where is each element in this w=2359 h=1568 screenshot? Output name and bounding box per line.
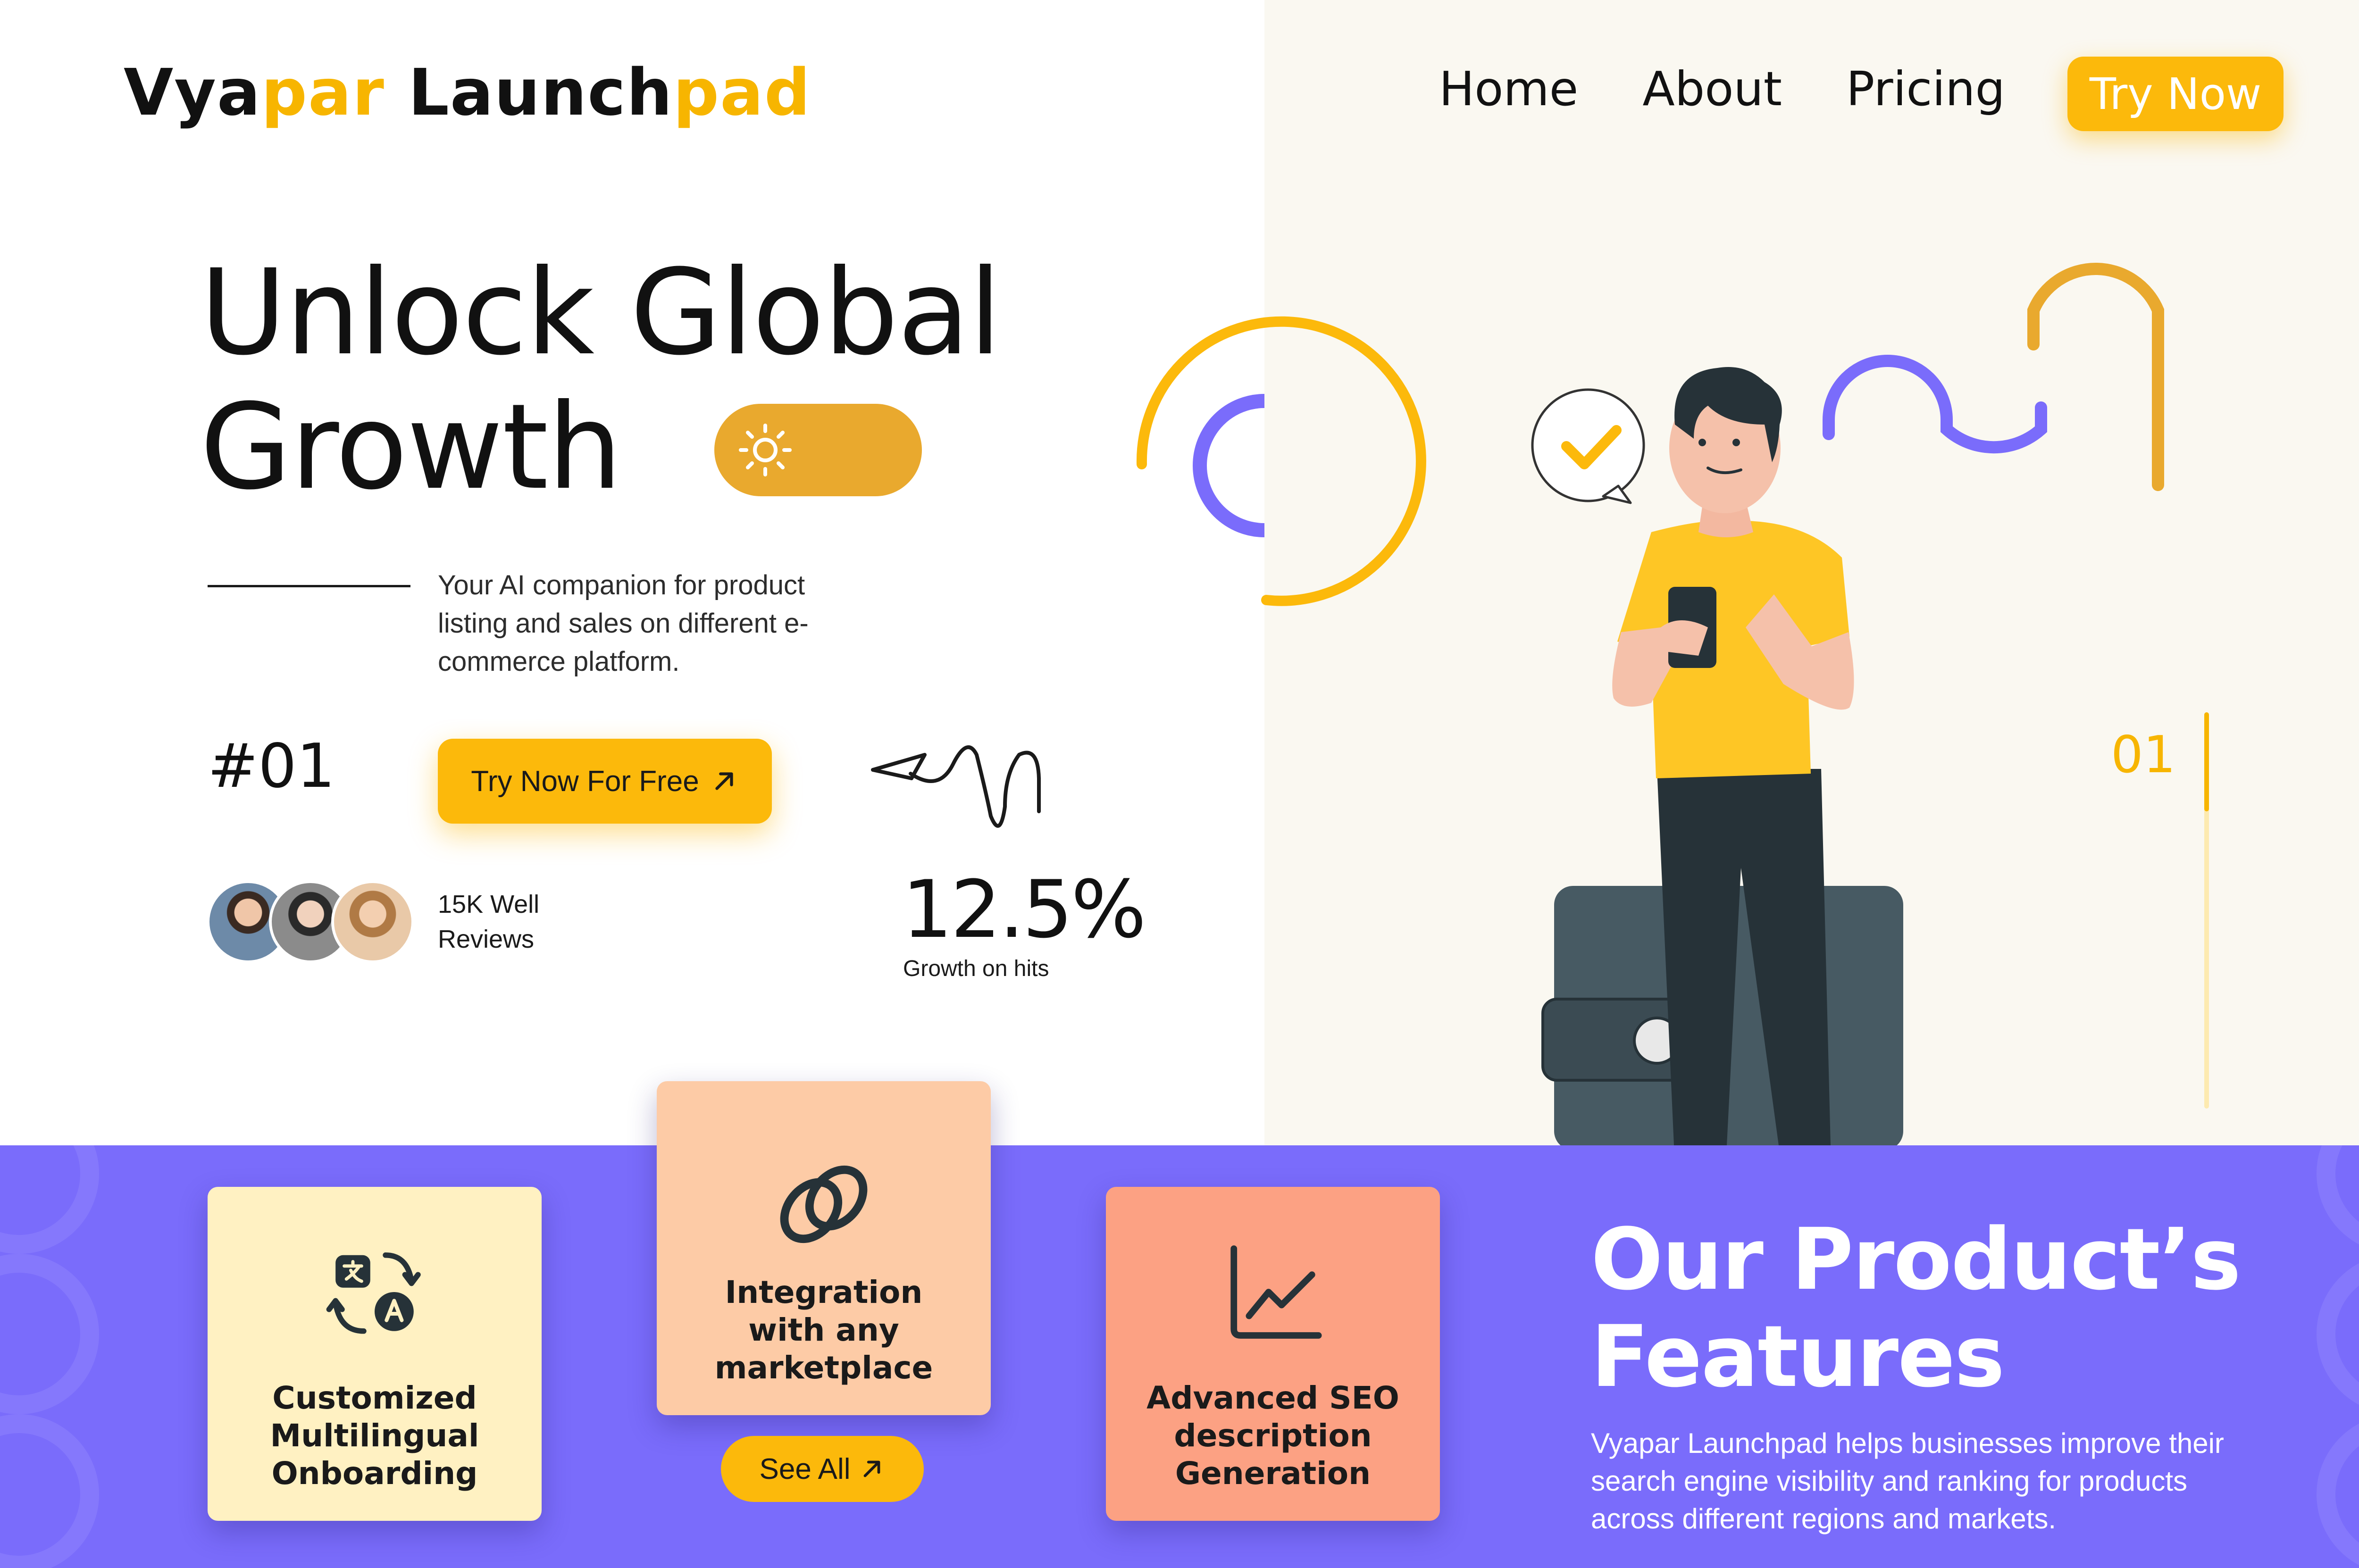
reviews-count: 15K Well Reviews bbox=[438, 890, 540, 953]
feature-card-label: Customized Multilingual Onboarding bbox=[270, 1380, 479, 1492]
link-rings-icon bbox=[780, 1165, 868, 1243]
hero-title-line: Unlock Global bbox=[200, 244, 1002, 381]
see-all-button[interactable]: See All bbox=[721, 1436, 924, 1502]
growth-stat-value: 12.5% bbox=[902, 863, 1146, 956]
feature-card-multilingual[interactable]: Customized Multilingual Onboarding bbox=[208, 1187, 542, 1521]
paper-plane-squiggle-icon bbox=[871, 745, 1041, 828]
try-now-button[interactable]: Try Now bbox=[2067, 57, 2284, 131]
avatar bbox=[331, 880, 414, 963]
hero-index-number: #01 bbox=[208, 731, 335, 801]
translate-icon bbox=[326, 1252, 421, 1334]
nav-link-about[interactable]: About bbox=[1642, 61, 1782, 117]
hero-description: Your AI companion for product listing an… bbox=[438, 570, 809, 677]
hero-illustration-background bbox=[1264, 0, 2359, 1145]
features-description: Vyapar Launchpad helps businesses improv… bbox=[1591, 1427, 2224, 1535]
logo-text-part: Vya bbox=[124, 56, 261, 130]
feature-card-label: Advanced SEO description Generation bbox=[1146, 1380, 1399, 1492]
hero-title-line: Growth bbox=[200, 378, 622, 516]
arrow-up-right-icon bbox=[863, 1460, 880, 1477]
feature-card-seo[interactable]: Advanced SEO description Generation bbox=[1106, 1187, 1440, 1521]
purple-arc-decoration bbox=[1193, 394, 1265, 537]
theme-toggle[interactable] bbox=[714, 404, 922, 496]
see-all-label: See All bbox=[759, 1452, 851, 1485]
circle-pattern-decoration bbox=[0, 1145, 99, 1568]
sun-icon bbox=[739, 424, 792, 476]
features-title: Our Product’s Features bbox=[1591, 1210, 2241, 1406]
growth-stat-label: Growth on hits bbox=[903, 956, 1049, 981]
try-now-for-free-button[interactable]: Try Now For Free bbox=[438, 739, 772, 824]
divider-line bbox=[208, 585, 410, 587]
feature-card-integration[interactable]: Integration with any marketplace bbox=[657, 1081, 991, 1415]
logo-text-part: Launch bbox=[385, 56, 673, 130]
slide-progress-fill bbox=[2204, 712, 2209, 811]
arrow-up-right-icon bbox=[715, 772, 733, 790]
main-nav: Home About Pricing bbox=[1439, 61, 2069, 117]
hero-title: Unlock Global Growth bbox=[200, 245, 1049, 514]
nav-link-home[interactable]: Home bbox=[1439, 61, 1578, 117]
logo-text-part: pad bbox=[673, 56, 811, 130]
nav-link-pricing[interactable]: Pricing bbox=[1846, 61, 2005, 117]
reviewer-avatars bbox=[207, 880, 414, 963]
slide-progress-track[interactable] bbox=[2204, 712, 2209, 1109]
feature-card-label: Integration with any marketplace bbox=[714, 1274, 933, 1386]
slide-indicator-number: 01 bbox=[2111, 726, 2176, 784]
logo-text-part: par bbox=[261, 56, 385, 130]
line-chart-icon bbox=[1230, 1245, 1322, 1339]
brand-logo[interactable]: Vyapar Launchpad bbox=[124, 56, 811, 130]
try-now-for-free-label: Try Now For Free bbox=[471, 765, 699, 798]
